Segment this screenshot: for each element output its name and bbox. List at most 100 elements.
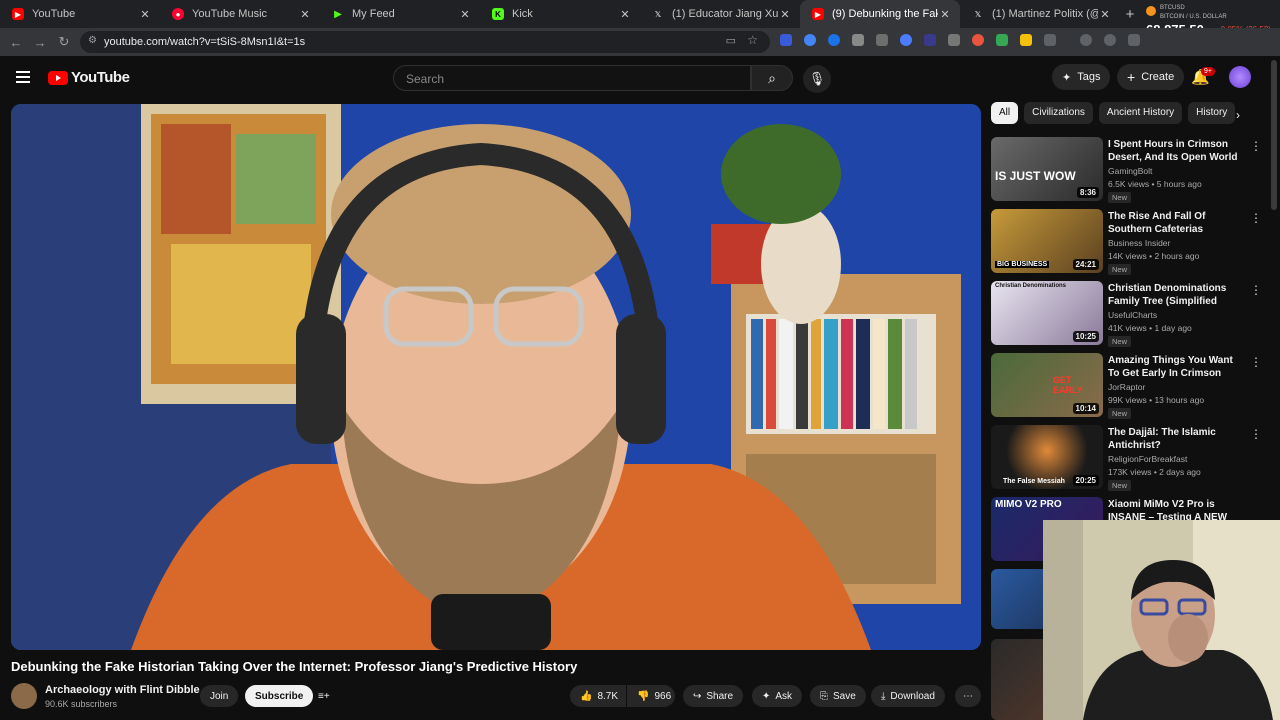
recommendation-item[interactable]: IS JUST WOW 8:36 I Spent Hours in Crimso… [991,137,1262,203]
share-button[interactable]: ↪ Share [683,685,744,707]
download-button[interactable]: ⤓ Download [871,685,945,707]
extension-icon[interactable] [1020,34,1032,46]
more-vert-icon[interactable]: ⋮ [1250,139,1262,153]
video-thumbnail[interactable]: BIG BUSINESS 24:21 [991,209,1103,273]
channel-name[interactable]: Archaeology with Flint Dibble [45,684,200,696]
new-badge: New [1108,192,1132,203]
like-button[interactable]: 👍 8.7K [570,685,626,707]
recommendation-title[interactable]: Christian Denominations Family Tree (Sim… [1108,282,1238,308]
youtube-logo[interactable]: YouTube [48,69,130,86]
tags-button[interactable]: ✦ Tags [1052,64,1111,90]
chip-civilizations[interactable]: Civilizations [1024,102,1093,124]
cast-icon[interactable]: ▭ [726,34,736,47]
new-badge: New [1108,264,1132,275]
reload-icon[interactable]: ↻ [52,34,76,50]
recommendation-meta: 14K views • 2 hours ago [1108,251,1200,261]
chip-ancient-history[interactable]: Ancient History [1098,102,1183,124]
more-actions-button[interactable]: ⋯ [955,685,981,707]
browser-tab-active[interactable]: ▶ (9) Debunking the Fake Historia✕ [800,0,960,28]
recommendation-channel[interactable]: JorRaptor [1108,382,1145,392]
extension-icon[interactable] [1104,34,1116,46]
close-icon[interactable]: ✕ [298,8,312,21]
extension-icon[interactable] [780,34,792,46]
voice-search-button[interactable]: 🎙 [803,65,831,93]
recommendation-title[interactable]: The Rise And Fall Of Southern Cafeterias [1108,210,1238,236]
devtools-icon[interactable] [1128,34,1140,46]
close-icon[interactable]: ✕ [618,8,632,21]
extension-icon[interactable] [996,34,1008,46]
bookmark-star-icon[interactable]: ☆ [747,33,758,47]
thumb-up-icon: 👍 [580,690,593,702]
webcam-frame [1043,520,1280,720]
recommendation-title[interactable]: The Dajjāl: The Islamic Antichrist? [1108,426,1238,452]
close-icon[interactable]: ✕ [458,8,472,21]
browser-tab[interactable]: 𝕏 (1) Martinez Politix (@martinez✕ [960,0,1120,28]
channel-avatar[interactable] [11,683,37,709]
video-duration: 10:14 [1072,403,1099,414]
extensions-puzzle-icon[interactable] [1044,34,1056,46]
recommendation-channel[interactable]: Business Insider [1108,238,1170,248]
close-icon[interactable]: ✕ [1098,8,1112,21]
scrollbar[interactable] [1271,60,1277,210]
extension-icon[interactable] [972,34,984,46]
subscribe-button[interactable]: Subscribe [245,685,314,707]
site-info-icon[interactable]: ⚙ [88,35,97,46]
logo-text: YouTube [71,69,130,86]
extension-icon[interactable] [948,34,960,46]
save-button[interactable]: ⎘ Save [810,685,866,707]
menu-icon[interactable] [16,71,30,83]
extension-icon[interactable] [876,34,888,46]
ask-button[interactable]: ✦ Ask [752,685,803,707]
recommendation-item[interactable]: BIG BUSINESS 24:21 The Rise And Fall Of … [991,209,1262,275]
share-label: Share [706,690,734,702]
chip-history[interactable]: History [1188,102,1236,124]
recommendation-item[interactable]: GET EARLY 10:14 Amazing Things You Want … [991,353,1262,419]
more-vert-icon[interactable]: ⋮ [1250,355,1262,369]
close-icon[interactable]: ✕ [778,8,792,21]
more-vert-icon[interactable]: ⋮ [1250,211,1262,225]
history-icon[interactable] [1080,34,1092,46]
recommendation-channel[interactable]: ReligionForBreakfast [1108,454,1187,464]
browser-tab[interactable]: 𝕏 (1) Educator Jiang Xueqin Faces✕ [640,0,800,28]
browser-tab[interactable]: K Kick ✕ [480,0,640,28]
chip-all[interactable]: All [991,102,1019,124]
recommendation-item[interactable]: Christian Denominations 10:25 Christian … [991,281,1262,347]
add-to-queue-button[interactable]: ≡+ [314,685,334,707]
back-icon[interactable]: ← [4,35,28,50]
join-button[interactable]: Join [200,685,239,707]
more-vert-icon[interactable]: ⋮ [1250,427,1262,441]
search-button[interactable]: ⌕ [751,65,793,91]
more-vert-icon[interactable]: ⋮ [1250,283,1262,297]
account-avatar[interactable] [1229,66,1251,88]
browser-tab[interactable]: ▶ YouTube ✕ [0,0,160,28]
video-thumbnail[interactable]: IS JUST WOW 8:36 [991,137,1103,201]
create-button[interactable]: + Create [1117,64,1185,90]
close-icon[interactable]: ✕ [138,8,152,21]
forward-icon[interactable]: → [28,35,52,50]
subscribe-label: Subscribe [255,690,304,702]
video-thumbnail[interactable]: Christian Denominations 10:25 [991,281,1103,345]
recommendation-title[interactable]: I Spent Hours in Crimson Desert, And Its… [1108,138,1238,164]
dislike-button[interactable]: 👎 966 [627,685,675,707]
video-thumbnail[interactable]: The False Messiah 20:25 [991,425,1103,489]
recommendation-channel[interactable]: UsefulCharts [1108,310,1157,320]
search-input[interactable]: Search [393,65,751,91]
video-player[interactable] [11,104,981,650]
video-duration: 24:21 [1072,259,1099,270]
extension-icon[interactable] [924,34,936,46]
recommendation-channel[interactable]: GamingBolt [1108,166,1152,176]
video-thumbnail[interactable]: GET EARLY 10:14 [991,353,1103,417]
tags-label: Tags [1077,71,1101,83]
extension-icon[interactable] [852,34,864,46]
close-icon[interactable]: ✕ [938,8,952,21]
chevron-right-icon[interactable]: › [1236,108,1240,122]
recommendation-item[interactable]: The False Messiah 20:25 The Dajjāl: The … [991,425,1262,491]
browser-tab[interactable]: ▶ My Feed ✕ [320,0,480,28]
new-tab-icon[interactable]: + [1120,6,1140,23]
address-bar[interactable]: ⚙ youtube.com/watch?v=tSiS-8Msn1I&t=1s ▭… [80,31,770,53]
recommendation-title[interactable]: Amazing Things You Want To Get Early In … [1108,354,1238,380]
extension-icon[interactable] [900,34,912,46]
browser-tab[interactable]: ● YouTube Music ✕ [160,0,320,28]
extension-icon[interactable] [804,34,816,46]
extension-icon[interactable] [828,34,840,46]
